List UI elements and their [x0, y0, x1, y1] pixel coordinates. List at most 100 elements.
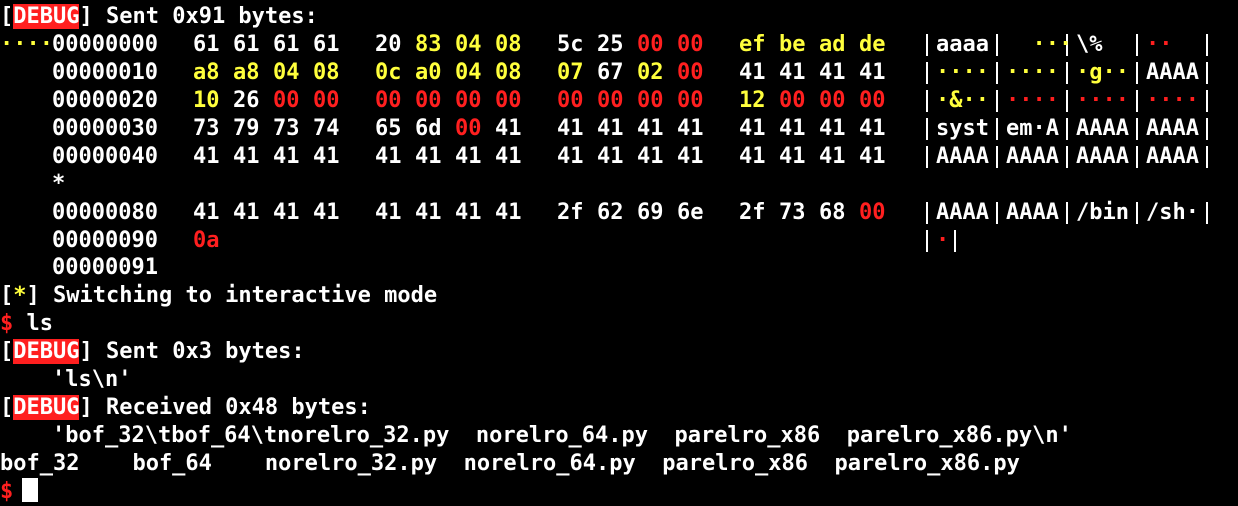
ascii-chunk: ····	[1076, 88, 1129, 113]
hex-byte: 41	[375, 200, 402, 225]
ascii-separator	[1206, 90, 1208, 112]
hex-offset: 00000030	[52, 116, 158, 141]
prompt-line[interactable]: $ ls	[0, 310, 53, 338]
interactive-notice: [*] Switching to interactive mode	[0, 282, 437, 310]
hex-byte: 41	[273, 200, 300, 225]
ascii-chunk: AAAA	[1006, 200, 1059, 225]
hexdump-row: 00000020 10 26 00 00 00 00 00 00 00 00 00 00 12 00 00 00…	[0, 87, 1238, 115]
hex-byte: 41	[313, 144, 340, 169]
ascii-chunk: AAAA	[1146, 144, 1199, 169]
hex-byte: 26	[233, 88, 260, 113]
ascii-separator	[926, 62, 928, 84]
ascii-separator	[1066, 118, 1068, 140]
hex-byte: 41	[313, 200, 340, 225]
ascii-separator	[1066, 62, 1068, 84]
hex-byte: 41	[557, 144, 584, 169]
ascii-chunk: \%	[1076, 32, 1103, 57]
ascii-chunk: syst	[936, 116, 989, 141]
ascii-separator	[1066, 90, 1068, 112]
hex-byte: 00	[375, 88, 402, 113]
hex-byte: 2f	[557, 200, 584, 225]
hexdump-row: 00000090 0a ·	[0, 227, 1238, 255]
hex-byte: 61	[233, 32, 260, 57]
ascii-separator	[996, 34, 998, 56]
ascii-separator	[1136, 34, 1138, 56]
prompt-symbol: $	[0, 479, 14, 504]
ascii-separator	[926, 118, 928, 140]
ascii-separator	[1066, 202, 1068, 224]
hex-byte: ef	[739, 32, 766, 57]
hex-byte: 41	[637, 144, 664, 169]
hex-byte: 41	[557, 116, 584, 141]
ascii-separator	[996, 202, 998, 224]
hex-offset: 00000040	[52, 144, 158, 169]
ascii-separator	[996, 90, 998, 112]
hex-byte: 6d	[415, 116, 442, 141]
hex-byte: 08	[495, 60, 522, 85]
ascii-chunk: ····	[1146, 88, 1199, 113]
hex-byte: 73	[193, 116, 220, 141]
hex-byte: 00	[859, 200, 886, 225]
hex-byte: 67	[597, 60, 624, 85]
prompt-line[interactable]: $	[0, 478, 13, 506]
hex-byte: 79	[233, 116, 260, 141]
hex-byte: 41	[193, 144, 220, 169]
ascii-chunk: ···	[1006, 32, 1073, 57]
hex-offset: 00000020	[52, 88, 158, 113]
ascii-chunk: ····	[1006, 88, 1059, 113]
hex-byte: 0a	[193, 228, 220, 253]
hex-byte: 00	[637, 32, 664, 57]
hex-byte: 41	[779, 116, 806, 141]
ascii-separator	[996, 62, 998, 84]
hex-byte: 5c	[557, 32, 584, 57]
terminal-cursor[interactable]	[22, 478, 38, 502]
bracket-close: ]	[79, 4, 93, 29]
hexdump-row: 00000030 73 79 73 74 65 6d 00 41 41 41 41 41 41 41 41 41…	[0, 115, 1238, 143]
hex-byte: 73	[273, 116, 300, 141]
hex-byte: 6e	[677, 200, 704, 225]
hex-byte: 00	[637, 88, 664, 113]
hex-byte: be	[779, 32, 806, 57]
hex-byte: 00	[313, 88, 340, 113]
header-text: Sent 0x3 bytes:	[92, 339, 305, 364]
ascii-chunk: AAAA	[1006, 144, 1059, 169]
hex-byte: 41	[637, 116, 664, 141]
hexdump-row: 00000040 41 41 41 41 41 41 41 41 41 41 41 41 41 41 41 41…	[0, 143, 1238, 171]
sent-payload: 'ls\n'	[52, 367, 132, 392]
hex-byte: 00	[273, 88, 300, 113]
hex-byte: 0c	[375, 60, 402, 85]
hex-offset: 00000090	[52, 228, 158, 253]
ascii-separator	[996, 146, 998, 168]
ascii-chunk: em·A	[1006, 116, 1059, 141]
hex-byte: 61	[273, 32, 300, 57]
hex-byte: ad	[819, 32, 846, 57]
ascii-separator	[1136, 146, 1138, 168]
hex-byte: 68	[819, 200, 846, 225]
hex-byte: 41	[495, 200, 522, 225]
hex-offset: 00000080	[52, 200, 158, 225]
ascii-separator	[1136, 62, 1138, 84]
hex-byte: 41	[819, 144, 846, 169]
hex-byte: 41	[739, 144, 766, 169]
received-payload: 'bof_32\tbof_64\tnorelro_32.py norelro_6…	[52, 423, 1072, 448]
hex-byte: 61	[193, 32, 220, 57]
hex-offset: 00000010	[52, 60, 158, 85]
hex-byte: 41	[859, 144, 886, 169]
hex-byte: 00	[455, 88, 482, 113]
ascii-separator	[926, 146, 928, 168]
hex-byte: 41	[677, 116, 704, 141]
bracket-open: [	[0, 4, 14, 29]
ascii-separator	[926, 90, 928, 112]
header-text: Received 0x48 bytes:	[92, 395, 371, 420]
hex-byte: 41	[495, 116, 522, 141]
hex-byte: 00	[557, 88, 584, 113]
hex-byte: 41	[415, 144, 442, 169]
hex-byte: 08	[313, 60, 340, 85]
debug-sent-header: [DEBUG] Sent 0x3 bytes:	[0, 338, 305, 366]
hex-byte: 65	[375, 116, 402, 141]
hex-byte: 04	[455, 32, 482, 57]
ascii-separator	[1206, 202, 1208, 224]
ascii-chunk: aaaa	[936, 32, 989, 57]
hex-byte: 41	[859, 60, 886, 85]
ascii-separator	[954, 230, 956, 252]
